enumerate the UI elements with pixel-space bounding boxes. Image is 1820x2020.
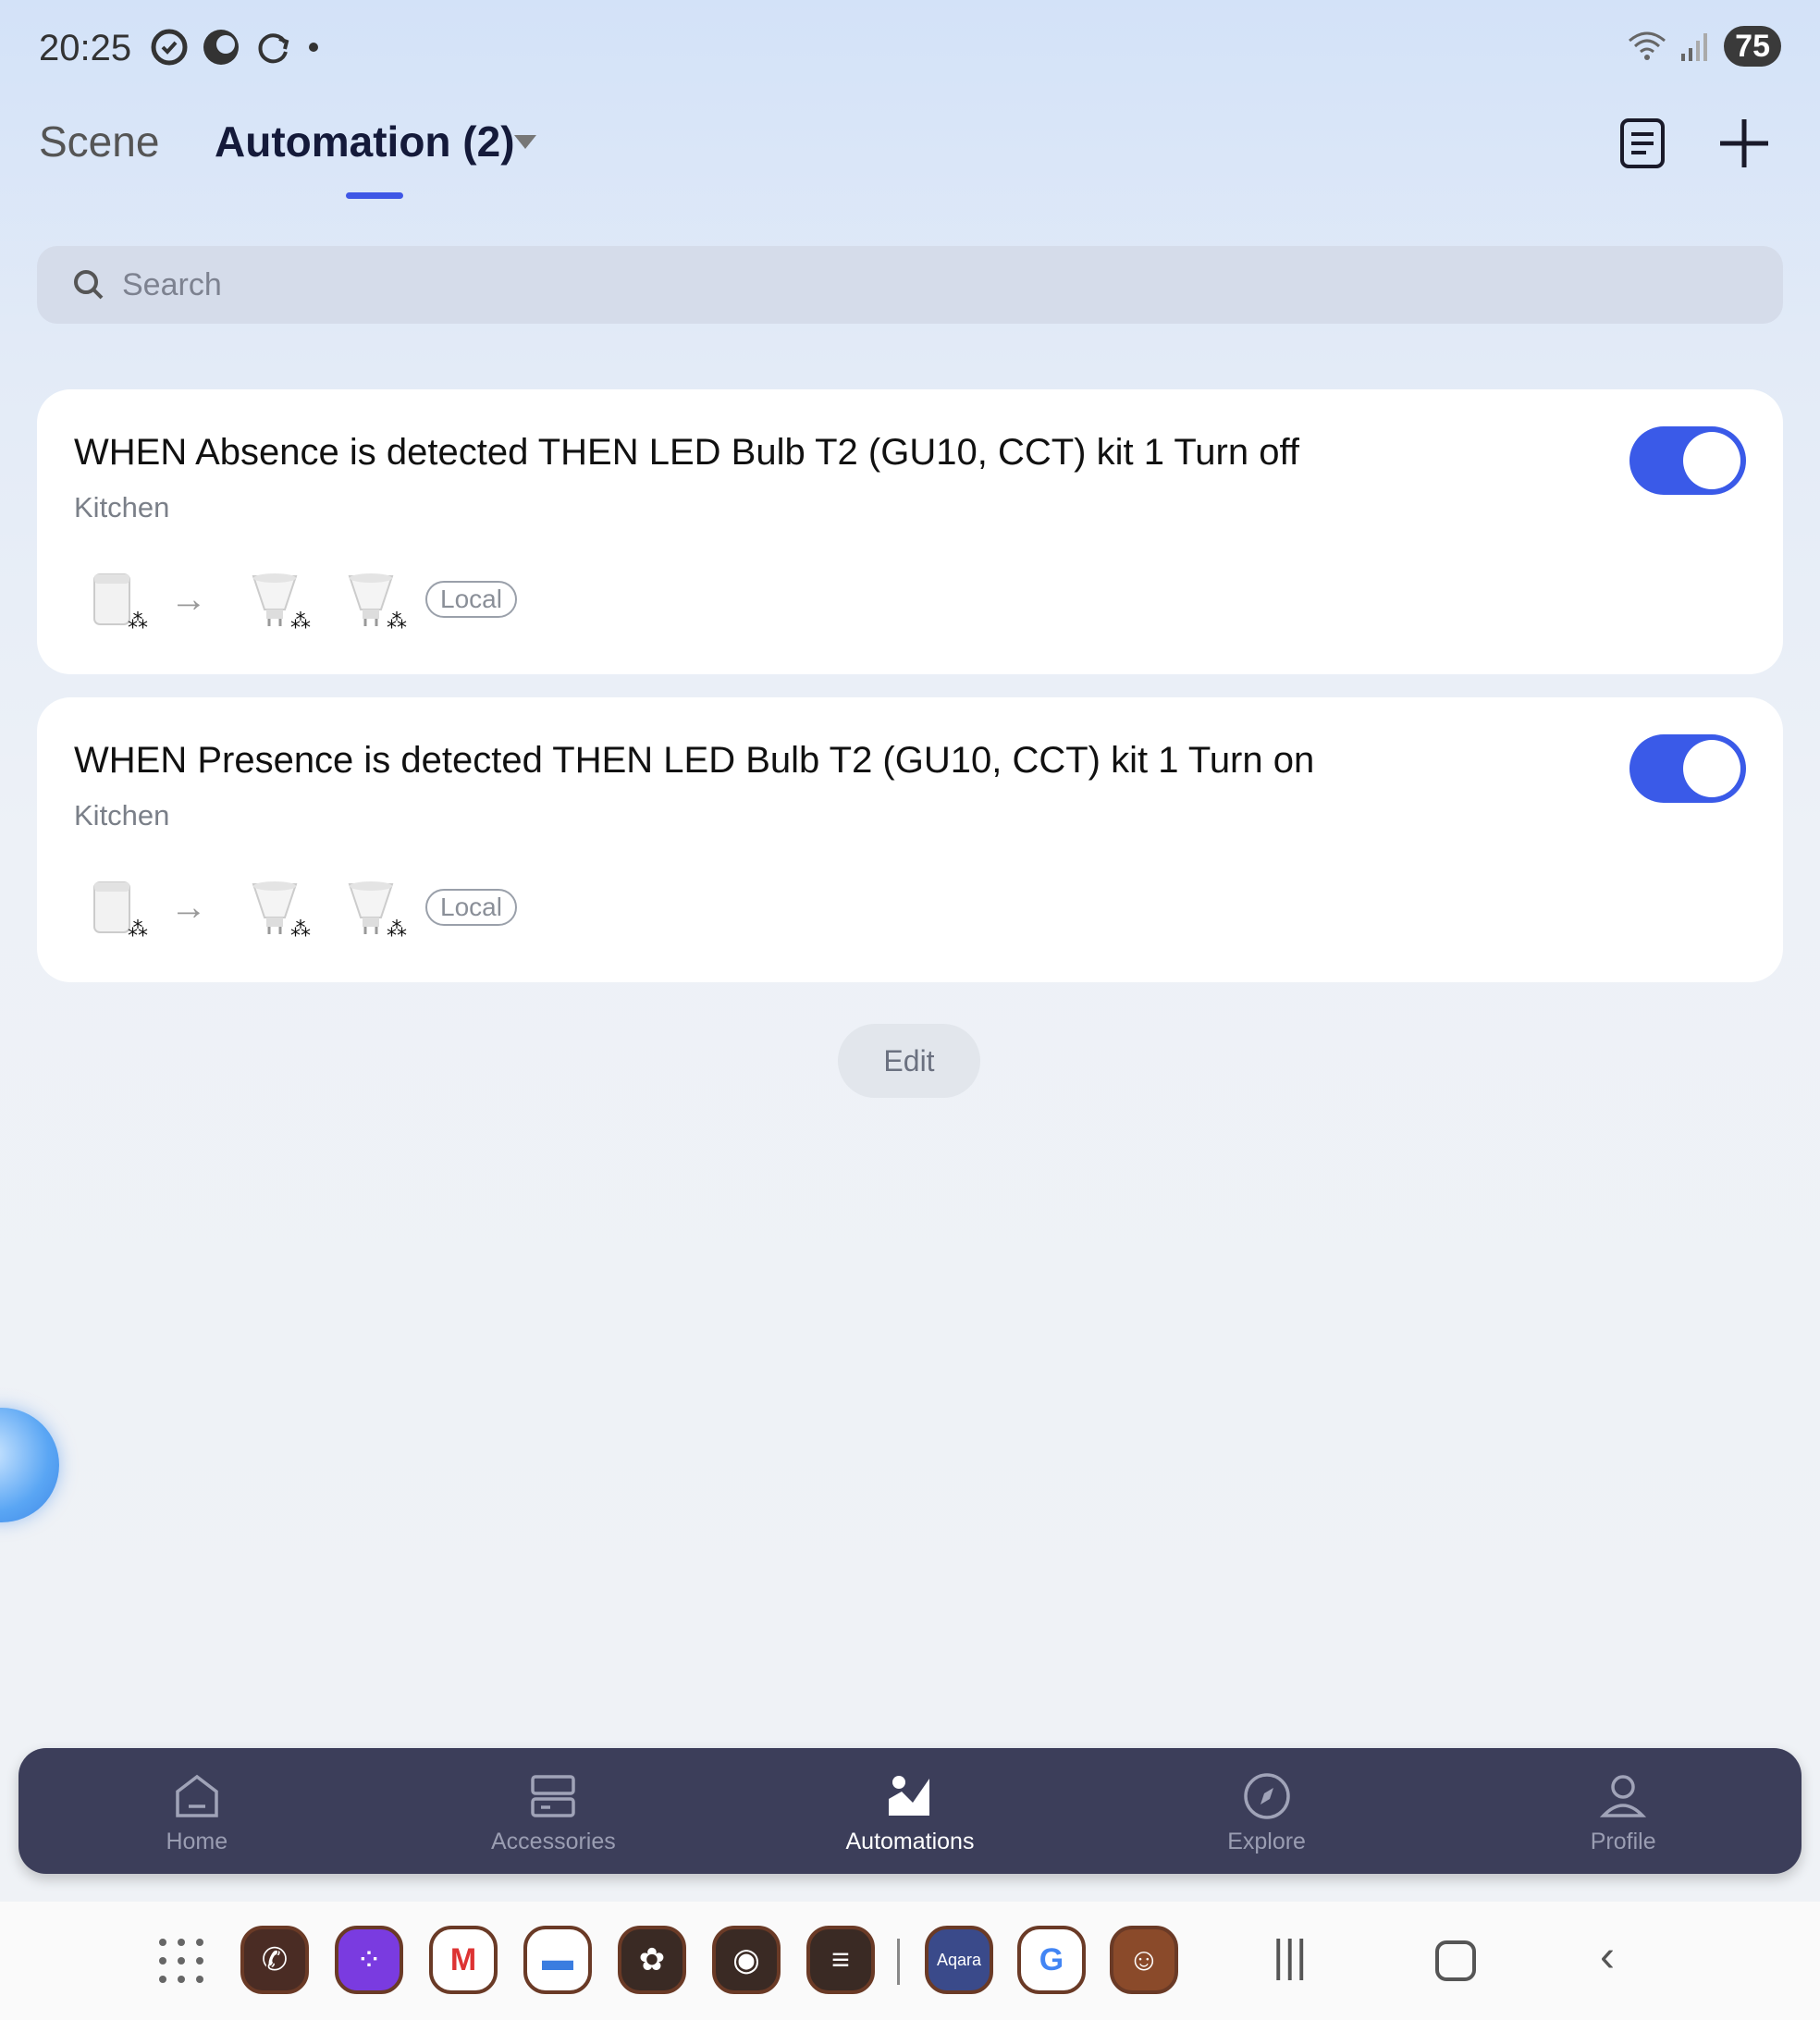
tab-automation[interactable]: Automation (2) <box>215 117 515 166</box>
nav-explore[interactable]: Explore <box>1088 1748 1445 1874</box>
back-icon[interactable]: ‹ <box>1600 1931 1615 1982</box>
automation-room: Kitchen <box>74 799 170 831</box>
bulb-icon: ⁂ <box>338 567 407 633</box>
nav-label: Profile <box>1590 1828 1656 1854</box>
bulb-icon: ⁂ <box>242 875 311 941</box>
sync-check-icon <box>151 29 188 66</box>
search-bar[interactable] <box>37 246 1783 324</box>
nav-label: Automations <box>845 1828 975 1854</box>
bulb-icon: ⁂ <box>242 567 311 633</box>
status-bar: 20:25 75 <box>0 0 1820 92</box>
floating-assistant-bubble[interactable] <box>0 1408 59 1522</box>
system-dock: ✆ ⁘ M ▬ ✿ ◉ ≡ Aqara G ☺ ||| ‹ <box>0 1902 1820 2020</box>
device-chain: ⁂ → ⁂ ⁂ Local <box>80 565 517 634</box>
flower-app-icon[interactable]: ✿ <box>618 1926 686 1994</box>
log-button[interactable] <box>1605 111 1679 176</box>
toggle-knob <box>1683 740 1740 797</box>
nav-profile[interactable]: Profile <box>1445 1748 1802 1874</box>
nav-label: Explore <box>1227 1828 1306 1854</box>
search-input[interactable] <box>122 266 1694 303</box>
person-icon <box>1600 1774 1647 1817</box>
zigbee-icon: ⁂ <box>290 610 311 633</box>
notification-dot-icon <box>309 43 318 52</box>
automation-title: WHEN Absence is detected THEN LED Bulb T… <box>74 432 1299 473</box>
google-app-icon[interactable]: G <box>1017 1926 1086 1994</box>
battery-indicator: 75 <box>1724 26 1781 67</box>
nav-accessories[interactable]: Accessories <box>375 1748 732 1874</box>
app-drawer-icon[interactable] <box>159 1939 203 1983</box>
aqara-app-icon[interactable]: Aqara <box>925 1926 993 1994</box>
search-icon <box>74 270 104 300</box>
automations-icon <box>888 1775 929 1816</box>
local-badge: Local <box>425 581 517 618</box>
local-badge: Local <box>425 889 517 926</box>
presence-sensor-icon: ⁂ <box>80 567 148 633</box>
zigbee-icon: ⁂ <box>387 610 407 633</box>
moon-icon <box>203 30 239 65</box>
home-icon <box>176 1774 218 1817</box>
nav-label: Home <box>166 1828 228 1854</box>
apps-app-icon[interactable]: ⁘ <box>335 1926 403 1994</box>
wallet-app-icon[interactable]: ▬ <box>523 1926 592 1994</box>
nav-label: Accessories <box>491 1828 616 1854</box>
automation-card[interactable]: WHEN Absence is detected THEN LED Bulb T… <box>37 389 1783 674</box>
arrow-right-icon: → <box>170 578 207 620</box>
automation-toggle[interactable] <box>1629 426 1746 495</box>
wifi-icon <box>1629 31 1666 60</box>
automation-card[interactable]: WHEN Presence is detected THEN LED Bulb … <box>37 697 1783 982</box>
clock: 20:25 <box>39 28 132 68</box>
presence-sensor-icon: ⁂ <box>80 875 148 941</box>
active-tab-indicator <box>346 192 403 199</box>
chevron-down-icon[interactable] <box>514 135 536 149</box>
compass-icon <box>1243 1772 1290 1819</box>
add-automation-button[interactable] <box>1707 111 1781 176</box>
gmail-app-icon[interactable]: M <box>429 1926 498 1994</box>
automation-toggle[interactable] <box>1629 734 1746 803</box>
recents-icon[interactable]: ||| <box>1273 1931 1307 1982</box>
zigbee-icon: ⁂ <box>128 918 148 941</box>
dock-separator <box>897 1939 900 1985</box>
nav-home[interactable]: Home <box>18 1748 375 1874</box>
refresh-icon <box>258 33 289 64</box>
zigbee-icon: ⁂ <box>290 918 311 941</box>
camera-app-icon[interactable]: ◉ <box>712 1926 781 1994</box>
status-right: 75 <box>1626 26 1781 67</box>
toggle-knob <box>1683 432 1740 489</box>
tab-scene[interactable]: Scene <box>39 117 159 166</box>
nav-automations[interactable]: Automations <box>732 1748 1088 1874</box>
automation-title: WHEN Presence is detected THEN LED Bulb … <box>74 740 1315 781</box>
bulb-icon: ⁂ <box>338 875 407 941</box>
bottom-nav: Home Accessories Automations Explore Pro… <box>18 1748 1802 1874</box>
zigbee-icon: ⁂ <box>128 610 148 633</box>
phone-app-icon[interactable]: ✆ <box>240 1926 309 1994</box>
edit-button[interactable]: Edit <box>838 1024 980 1098</box>
document-list-icon <box>1620 118 1665 168</box>
status-icons <box>148 26 294 68</box>
arrow-right-icon: → <box>170 886 207 928</box>
device-chain: ⁂ → ⁂ ⁂ Local <box>80 873 517 942</box>
automation-room: Kitchen <box>74 491 170 523</box>
zigbee-icon: ⁂ <box>387 918 407 941</box>
home-button-icon[interactable] <box>1435 1940 1476 1981</box>
accessories-icon <box>531 1774 576 1817</box>
game-app-icon[interactable]: ☺ <box>1110 1926 1178 1994</box>
signal-icon <box>1681 33 1708 61</box>
plus-icon <box>1720 119 1768 167</box>
notes-app-icon[interactable]: ≡ <box>806 1926 875 1994</box>
